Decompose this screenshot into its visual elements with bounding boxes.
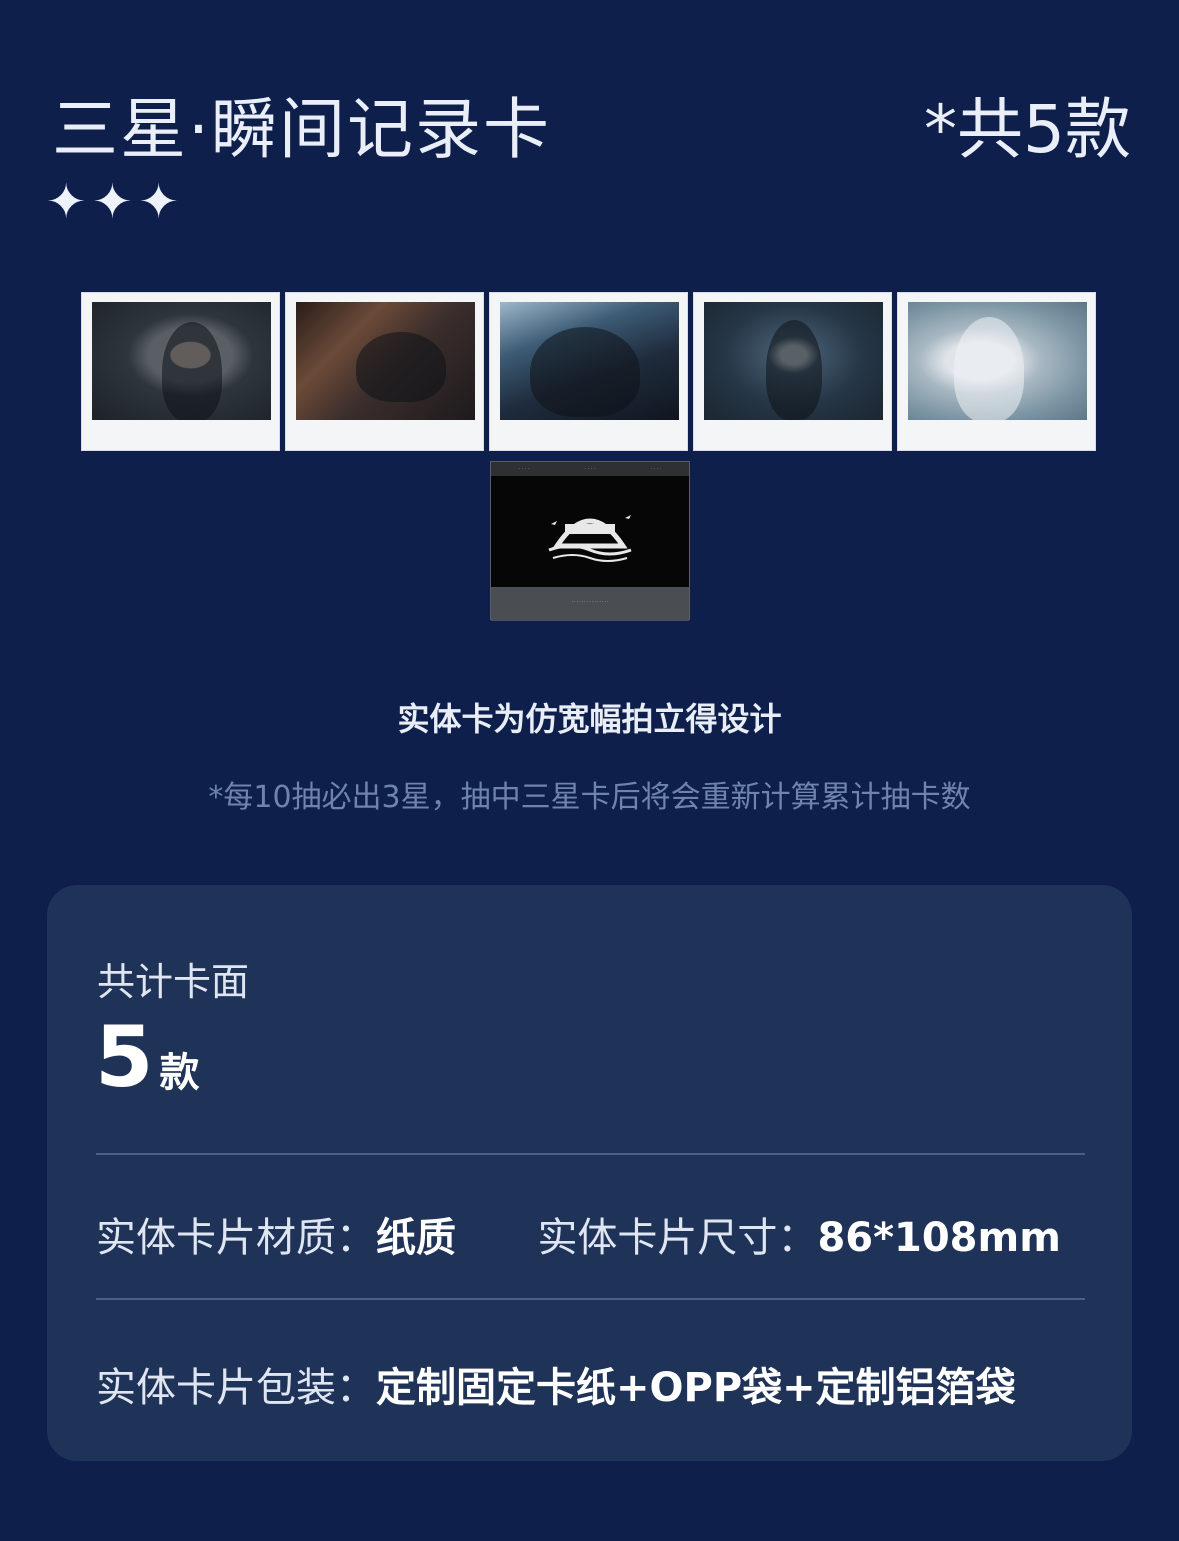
card-back-header: · · · · · · · · · · · ·	[491, 462, 689, 476]
card-photo	[296, 302, 475, 420]
card-photo	[92, 302, 271, 420]
card-thumbnail-1[interactable]	[81, 292, 280, 451]
divider	[96, 1153, 1085, 1155]
info-panel: 共计卡面 5款 实体卡片材质：纸质 实体卡片尺寸：86*108mm 实体卡片包装…	[47, 885, 1132, 1461]
card-thumbnail-2[interactable]	[285, 292, 484, 451]
spec-row-material-size: 实体卡片材质：纸质 实体卡片尺寸：86*108mm	[96, 1205, 1061, 1263]
material-value: 纸质	[376, 1215, 456, 1261]
card-photo	[704, 302, 883, 420]
material-label: 实体卡片材质：	[96, 1215, 376, 1261]
card-back-logo-area	[491, 476, 689, 587]
size-label: 实体卡片尺寸：	[537, 1215, 818, 1261]
total-value: 5款	[95, 1015, 199, 1099]
total-label: 共计卡面	[97, 960, 250, 1004]
total-number: 5	[95, 1008, 154, 1106]
variant-count-tag: *共5款	[924, 91, 1131, 168]
page-title: 三星·瞬间记录卡	[52, 91, 551, 168]
card-thumbnail-3[interactable]	[489, 292, 688, 451]
card-photo	[908, 302, 1087, 420]
divider	[96, 1298, 1085, 1300]
card-back-preview[interactable]: · · · · · · · · · · · · · · · · · · · · · …	[490, 461, 690, 621]
design-note: 实体卡为仿宽幅拍立得设计	[397, 700, 782, 738]
spec-row-packaging: 实体卡片包装：定制固定卡纸+OPP袋+定制铝箔袋	[96, 1355, 1016, 1413]
packaging-label: 实体卡片包装：	[96, 1365, 376, 1411]
card-gallery	[81, 292, 1098, 451]
card-photo	[500, 302, 679, 420]
size-value: 86*108mm	[817, 1215, 1061, 1261]
header: 三星·瞬间记录卡 *共5款 ✦✦✦	[0, 0, 1179, 260]
star-rating-icon: ✦✦✦	[46, 174, 185, 230]
packaging-value: 定制固定卡纸+OPP袋+定制铝箔袋	[376, 1365, 1016, 1411]
total-unit: 款	[159, 1050, 200, 1096]
card-thumbnail-5[interactable]	[897, 292, 1096, 451]
card-thumbnail-4[interactable]	[693, 292, 892, 451]
logo-emblem-icon	[548, 515, 632, 562]
rate-note: *每10抽必出3星，抽中三星卡后将会重新计算累计抽卡数	[208, 780, 971, 815]
card-back-footer: · · · · · · · · · · · · · · ·	[491, 587, 689, 621]
